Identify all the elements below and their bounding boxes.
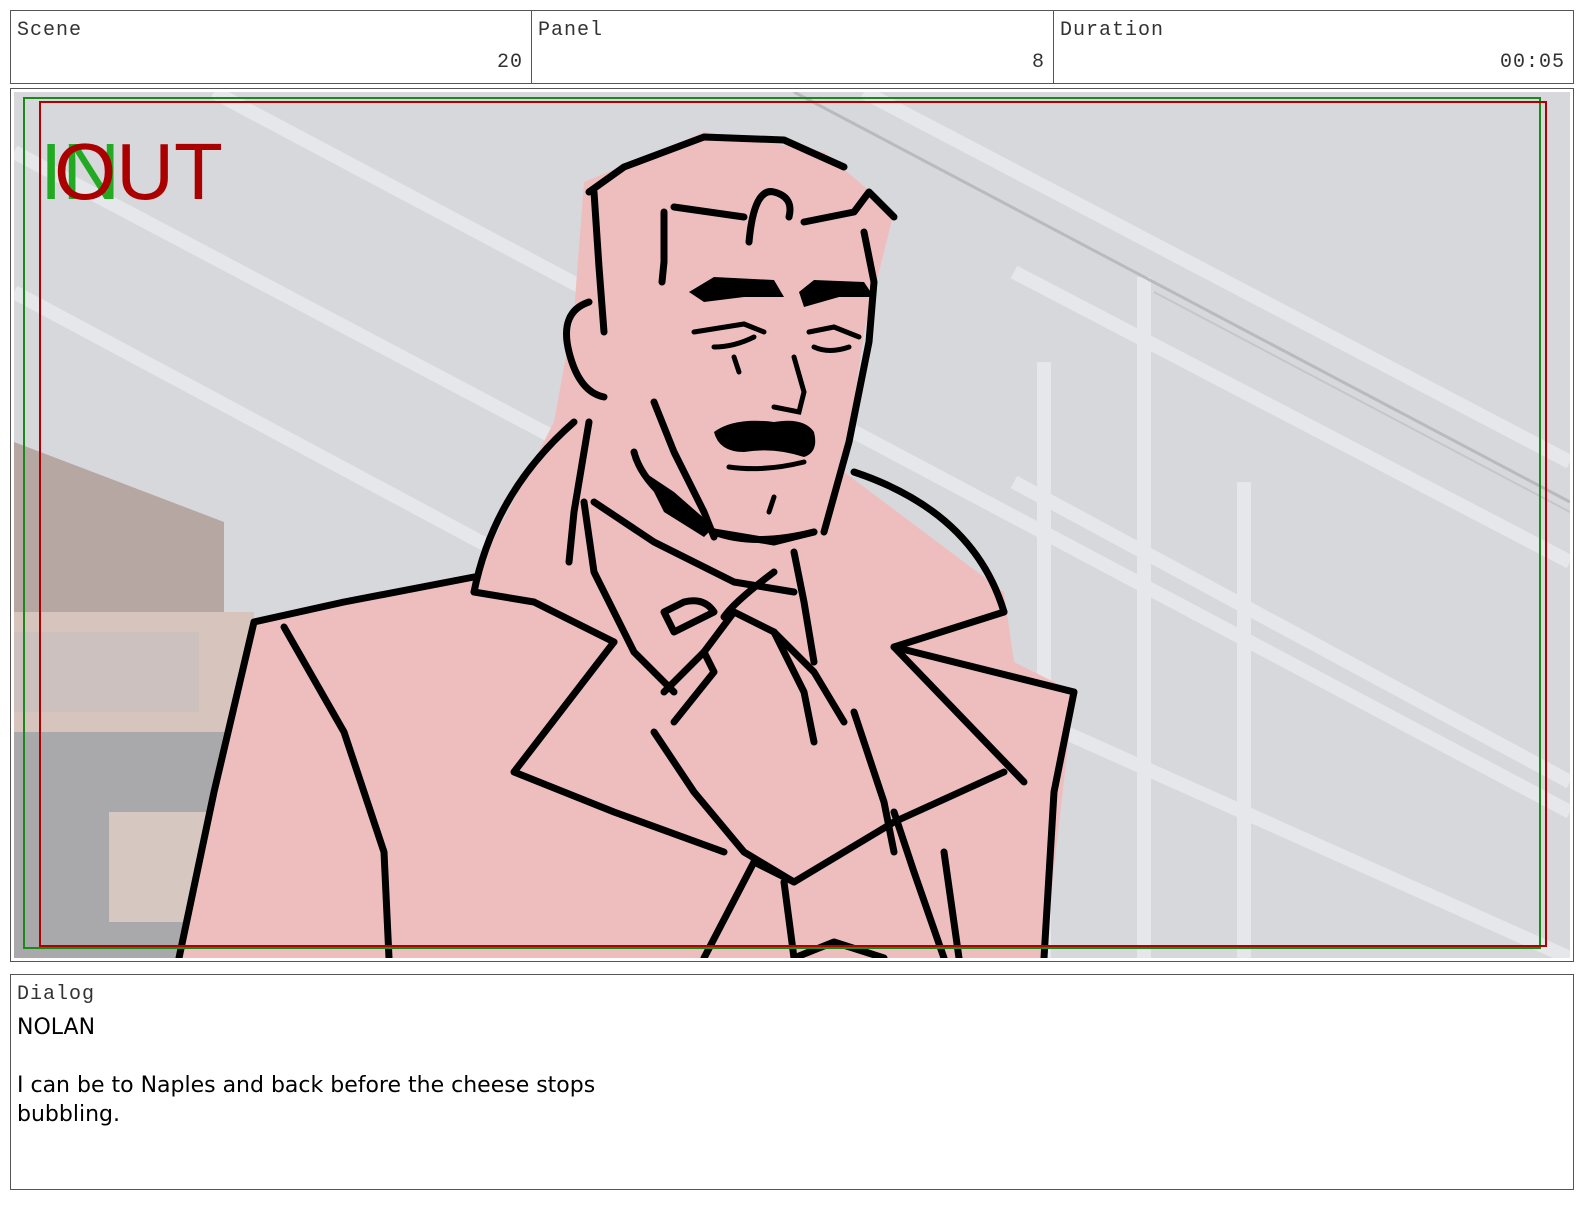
panel-number: 8 bbox=[1031, 51, 1045, 74]
storyboard-panel: IN OUT bbox=[10, 88, 1574, 962]
panel-sketch bbox=[14, 92, 1570, 958]
scene-label: Scene bbox=[17, 19, 83, 42]
dialog-box: Dialog NOLAN I can be to Naples and back… bbox=[10, 974, 1574, 1190]
dialog-text: NOLAN I can be to Naples and back before… bbox=[17, 1015, 596, 1127]
dialog-label: Dialog bbox=[17, 983, 96, 1006]
scene-cell: Scene 20 bbox=[10, 10, 532, 84]
duration-cell: Duration 00:05 bbox=[1053, 10, 1574, 84]
scene-number: 20 bbox=[496, 51, 523, 74]
panel-cell: Panel 8 bbox=[531, 10, 1054, 84]
panel-artwork: IN OUT bbox=[14, 92, 1570, 958]
out-marker: OUT bbox=[54, 127, 223, 216]
panel-label: Panel bbox=[538, 19, 604, 42]
duration-label: Duration bbox=[1060, 19, 1165, 42]
duration-value: 00:05 bbox=[1499, 51, 1565, 74]
